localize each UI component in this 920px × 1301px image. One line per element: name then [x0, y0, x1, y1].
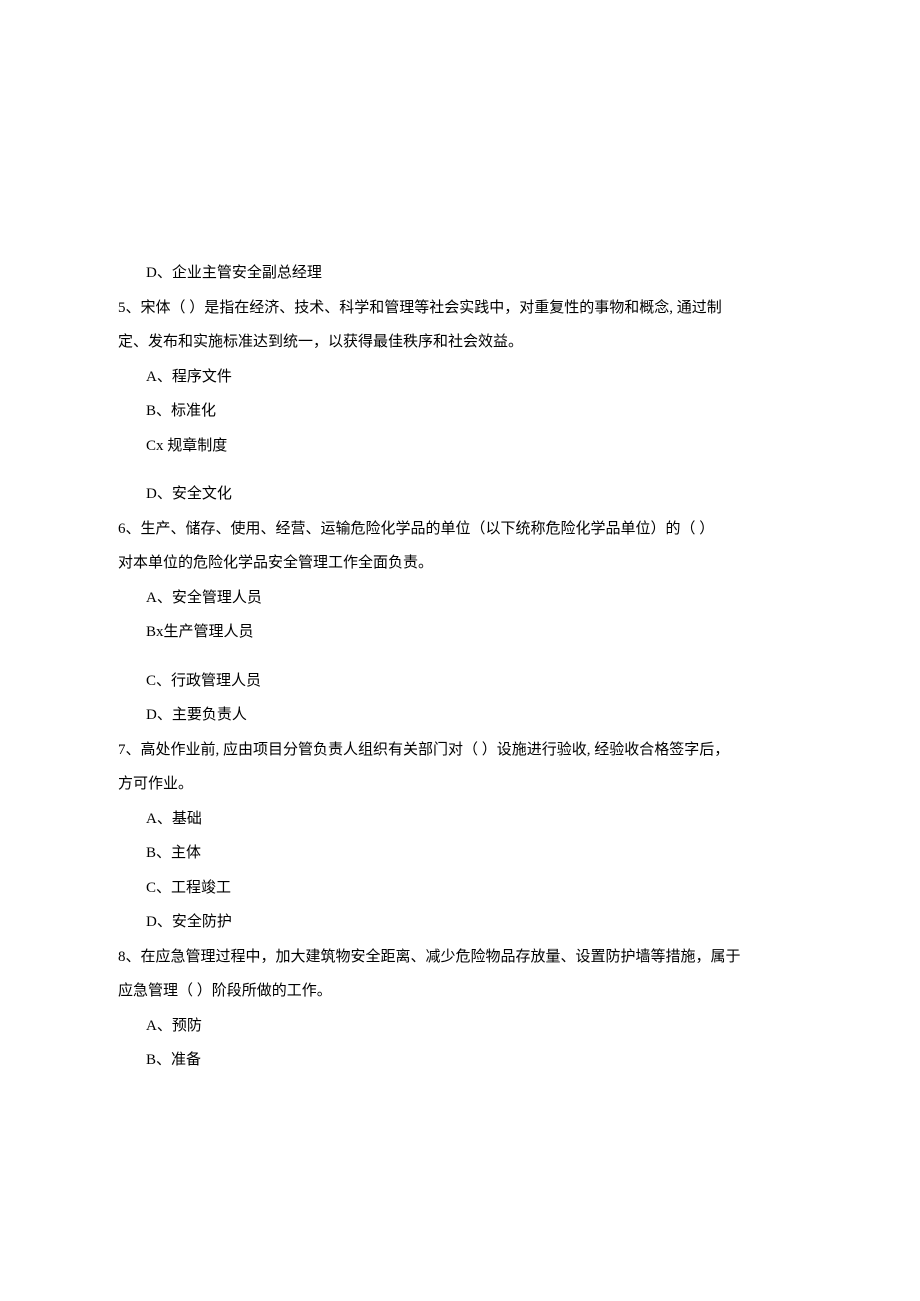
q5-option-a: A、程序文件: [118, 360, 802, 395]
q5-option-c: Cx 规章制度: [118, 429, 802, 464]
q7-option-d: D、安全防护: [118, 905, 802, 940]
q7-stem-line-1: 7、高处作业前, 应由项目分管负责人组织有关部门对（ ）设施进行验收, 经验收合…: [118, 733, 802, 768]
q6-option-d: D、主要负责人: [118, 698, 802, 733]
q5-option-d: D、安全文化: [118, 477, 802, 512]
q8-stem-line-2: 应急管理（ ）阶段所做的工作。: [118, 974, 802, 1009]
q5-option-b: B、标准化: [118, 394, 802, 429]
q5-stem-line-1: 5、宋体（ ）是指在经济、技术、科学和管理等社会实践中，对重复性的事物和概念, …: [118, 291, 802, 326]
q7-option-b: B、主体: [118, 836, 802, 871]
q8-stem-line-1: 8、在应急管理过程中，加大建筑物安全距离、减少危险物品存放量、设置防护墙等措施，…: [118, 940, 802, 975]
q8-option-a: A、预防: [118, 1009, 802, 1044]
q6-option-c: C、行政管理人员: [118, 664, 802, 699]
q7-option-a: A、基础: [118, 802, 802, 837]
q6-stem-line-1: 6、生产、储存、使用、经营、运输危险化学品的单位（以下统称危险化学品单位）的（ …: [118, 512, 802, 547]
q5-stem-line-2: 定、发布和实施标准达到统一，以获得最佳秩序和社会效益。: [118, 325, 802, 360]
q6-option-a: A、安全管理人员: [118, 581, 802, 616]
q8-option-b: B、准备: [118, 1043, 802, 1078]
q6-option-b: Bx生产管理人员: [118, 615, 802, 650]
q6-stem-line-2: 对本单位的危险化学品安全管理工作全面负责。: [118, 546, 802, 581]
q7-option-c: C、工程竣工: [118, 871, 802, 906]
q7-stem-line-2: 方可作业。: [118, 767, 802, 802]
q4-option-d: D、企业主管安全副总经理: [118, 256, 802, 291]
